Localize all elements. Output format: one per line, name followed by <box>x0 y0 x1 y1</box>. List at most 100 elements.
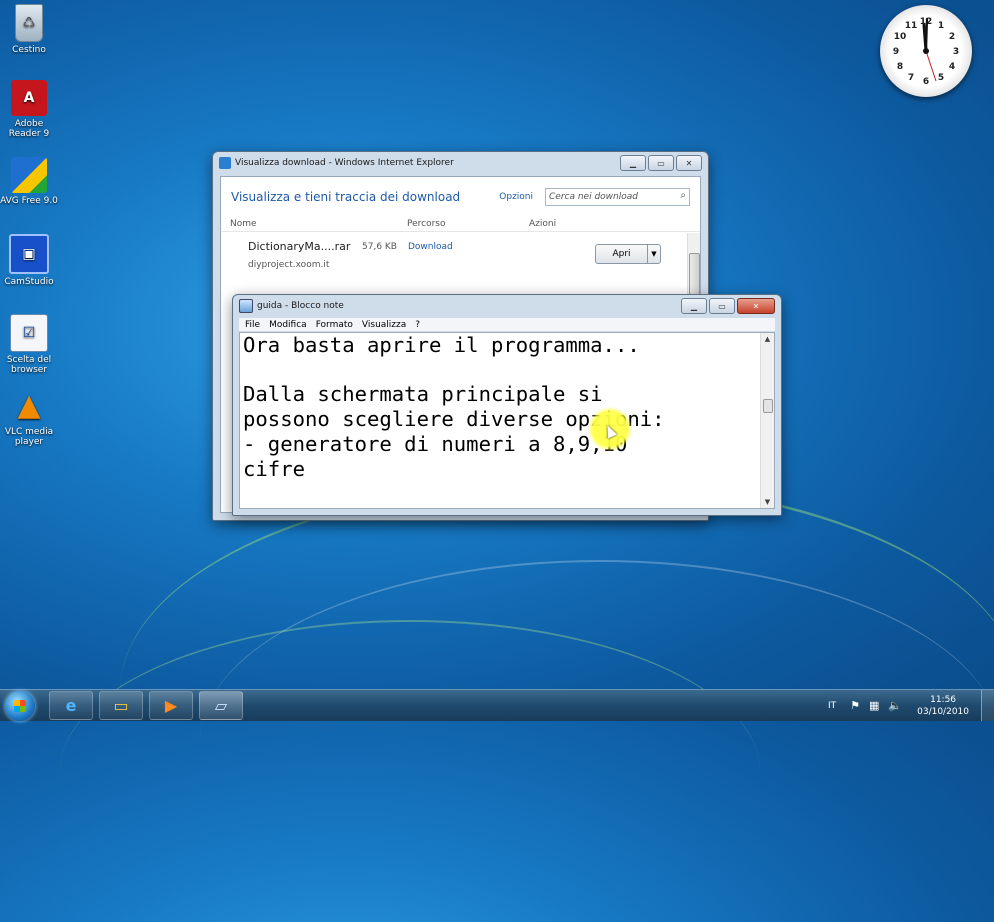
desktop-icon-browser-choice[interactable]: ☑ Scelta del browser <box>0 314 58 375</box>
desktop-icon-adobe-reader[interactable]: A Adobe Reader 9 <box>0 80 58 139</box>
menu-visualizza[interactable]: Visualizza <box>362 320 406 330</box>
search-placeholder: Cerca nei download <box>549 192 638 202</box>
menu-help[interactable]: ? <box>415 320 420 330</box>
clock-numeral: 10 <box>894 32 907 42</box>
open-button-label: Apri <box>612 249 631 259</box>
search-icon[interactable]: ⌕ <box>680 190 686 201</box>
taskbar-internet-explorer[interactable]: e <box>49 691 93 720</box>
volume-icon[interactable]: 🔈 <box>888 699 902 712</box>
scroll-up-icon[interactable]: ▲ <box>761 333 774 345</box>
network-icon[interactable]: ▦ <box>869 699 879 712</box>
maximize-button[interactable]: ▭ <box>648 155 674 171</box>
notepad-window[interactable]: guida - Blocco note ▁ ▭ ✕ File Modifica … <box>232 294 782 516</box>
ie-window-title: Visualizza download - Windows Internet E… <box>235 158 454 168</box>
clock-numeral: 9 <box>893 47 899 57</box>
notepad-text[interactable]: Ora basta aprire il programma...​Dalla s… <box>243 333 760 508</box>
open-button[interactable]: Apri ▼ <box>595 244 661 264</box>
text-line: Dalla schermata principale si <box>243 382 603 407</box>
browser-choice-icon: ☑ <box>10 314 48 352</box>
clock-face: 121234567891011 <box>893 17 959 87</box>
adobe-reader-icon: A <box>11 80 47 116</box>
recycle-bin-icon: ♺ <box>15 4 43 42</box>
downloads-heading: Visualizza e tieni traccia dei download <box>231 190 461 204</box>
internet-explorer-icon: e <box>65 696 77 715</box>
flag-icon[interactable]: ⚑ <box>850 699 860 712</box>
taskbar-notepad[interactable]: ▱ <box>199 691 243 720</box>
wallpaper-swirl <box>60 620 760 922</box>
notepad-titlebar[interactable]: guida - Blocco note ▁ ▭ ✕ <box>233 295 781 317</box>
taskbar: e ▭ ▶ ▱ IT ⚑ ▦ 🔈 11:56 03/10/2010 <box>0 689 994 721</box>
desktop-icon-label: Cestino <box>12 45 46 55</box>
start-button[interactable] <box>5 690 35 721</box>
taskbar-time: 11:56 <box>930 694 957 705</box>
taskbar-clock[interactable]: 11:56 03/10/2010 <box>917 694 969 718</box>
desktop-icon-camstudio[interactable]: ▣ CamStudio <box>0 234 58 287</box>
download-size: 57,6 KB <box>362 242 397 252</box>
taskbar-explorer[interactable]: ▭ <box>99 691 143 720</box>
clock-numeral: 11 <box>905 21 918 31</box>
download-file-name: DictionaryMa....rar <box>248 240 351 253</box>
scrollbar-thumb[interactable] <box>763 399 773 413</box>
close-button[interactable]: ✕ <box>676 155 702 171</box>
notepad-menubar: File Modifica Formato Visualizza ? <box>239 318 775 331</box>
scrollbar-thumb[interactable] <box>689 253 700 295</box>
minimize-button[interactable]: ▁ <box>620 155 646 171</box>
desktop-icon-vlc[interactable]: ▲ VLC media player <box>0 388 58 448</box>
menu-modifica[interactable]: Modifica <box>269 320 307 330</box>
vlc-icon: ▲ <box>17 388 41 423</box>
column-actions[interactable]: Azioni <box>529 219 556 229</box>
desktop-icon-label: CamStudio <box>4 277 54 287</box>
language-indicator[interactable]: IT <box>828 701 836 711</box>
download-location-link[interactable]: Download <box>408 242 453 252</box>
notepad-text-area[interactable]: Ora basta aprire il programma...​Dalla s… <box>239 332 775 509</box>
show-desktop-button[interactable] <box>981 690 994 721</box>
clock-numeral: 8 <box>897 62 903 72</box>
clock-numeral: 7 <box>908 73 914 83</box>
clock-numeral: 5 <box>938 73 944 83</box>
chevron-down-icon[interactable]: ▼ <box>647 245 660 263</box>
text-line: Ora basta aprire il programma... <box>243 333 640 357</box>
desktop-icon-avg[interactable]: AVG Free 9.0 <box>0 157 58 206</box>
camstudio-icon: ▣ <box>9 234 49 274</box>
text-line: cifre <box>243 456 305 481</box>
menu-file[interactable]: File <box>245 320 260 330</box>
download-row[interactable]: DictionaryMa....rar diyproject.xoom.it 5… <box>221 232 700 280</box>
notepad-window-title: guida - Blocco note <box>257 301 344 311</box>
options-link[interactable]: Opzioni <box>499 192 533 202</box>
search-downloads-input[interactable]: Cerca nei download ⌕ <box>545 188 690 206</box>
media-player-icon: ▶ <box>164 696 178 715</box>
clock-numeral: 2 <box>949 32 955 42</box>
clock-numeral: 6 <box>923 77 929 87</box>
text-line: - generatore di numeri a 8,9,10 <box>243 431 628 456</box>
notepad-icon: ▱ <box>214 696 228 715</box>
notepad-scrollbar[interactable]: ▲ ▼ <box>760 333 774 508</box>
avg-icon <box>11 157 47 193</box>
close-button[interactable]: ✕ <box>737 298 775 314</box>
minimize-button[interactable]: ▁ <box>681 298 707 314</box>
downloads-column-headers: Nome Percorso Azioni <box>221 217 700 232</box>
taskbar-media-player[interactable]: ▶ <box>149 691 193 720</box>
clock-gadget[interactable]: 121234567891011 <box>880 5 972 97</box>
text-line: ​ <box>243 358 760 383</box>
text-line: possono scegliere diverse opzioni: <box>243 407 665 432</box>
taskbar-date: 03/10/2010 <box>917 706 969 717</box>
column-name[interactable]: Nome <box>230 219 407 229</box>
download-host: diyproject.xoom.it <box>248 260 330 270</box>
notepad-window-icon <box>239 299 253 313</box>
clock-numeral: 4 <box>949 62 955 72</box>
maximize-button[interactable]: ▭ <box>709 298 735 314</box>
wallpaper-swirl <box>200 560 994 922</box>
desktop-icon-label: Adobe Reader 9 <box>8 119 50 139</box>
column-path[interactable]: Percorso <box>407 219 529 229</box>
minute-hand <box>924 17 929 53</box>
clock-numeral: 3 <box>953 47 959 57</box>
desktop-icon-recycle-bin[interactable]: ♺ Cestino <box>0 4 58 55</box>
ie-window-icon <box>219 157 231 169</box>
desktop-icon-label: AVG Free 9.0 <box>0 196 58 206</box>
clock-numeral: 1 <box>938 21 944 31</box>
scroll-down-icon[interactable]: ▼ <box>761 496 774 508</box>
desktop-icon-label: Scelta del browser <box>6 355 52 375</box>
ie-titlebar[interactable]: Visualizza download - Windows Internet E… <box>213 152 708 174</box>
desktop-icon-label: VLC media player <box>4 427 54 447</box>
menu-formato[interactable]: Formato <box>316 320 353 330</box>
